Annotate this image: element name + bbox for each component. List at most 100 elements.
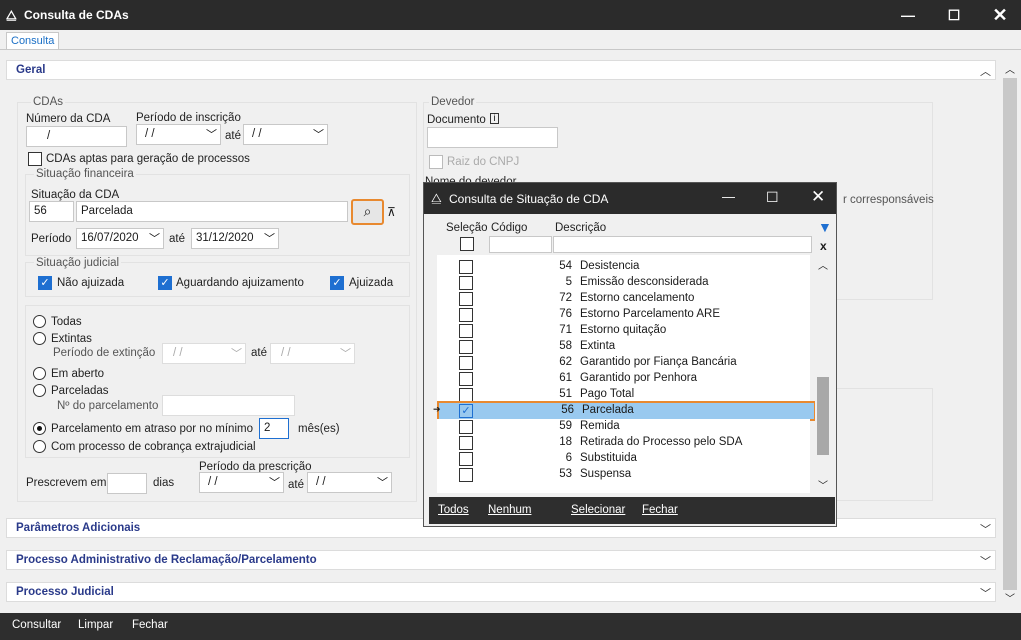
prescrevem-dias-input[interactable] [107,473,147,494]
row-checkbox[interactable] [459,388,473,402]
fechar-dialog-button[interactable]: Fechar [642,504,678,516]
chevron-up-icon[interactable]: ︿ [980,63,991,79]
clear-filter-icon[interactable]: ⊼ [387,205,396,219]
list-item[interactable]: 61 Garantido por Penhora [437,371,810,387]
cobranca-radio[interactable] [33,440,46,453]
row-checkbox[interactable] [459,260,473,274]
section-geral-label: Geral [16,64,46,76]
main-scrollbar[interactable]: ︿ ﹀ [1001,60,1019,606]
selecionar-button[interactable]: Selecionar [571,504,625,516]
nao-ajuizada-checkbox[interactable]: ✓ [38,276,52,290]
row-checkbox[interactable] [459,452,473,466]
periodo-inscricao-label: Período de inscrição [136,112,241,124]
list-item[interactable]: 59 Remida [437,419,810,435]
dialog-minimize-button[interactable]: — [722,189,735,204]
atraso-radio[interactable] [33,422,46,435]
extincao-to[interactable]: / / ﹀ [270,343,355,364]
row-checkbox[interactable] [459,292,473,306]
scroll-up-icon[interactable]: ︿ [818,257,828,272]
search-button[interactable]: ⌕ [351,199,384,225]
chevron-down-icon[interactable]: ﹀ [980,521,991,537]
row-checkbox[interactable]: ✓ [459,404,473,418]
dialog-close-button[interactable]: ✕ [811,187,825,207]
aguardando-checkbox[interactable]: ✓ [158,276,172,290]
ajuizada-checkbox[interactable]: ✓ [330,276,344,290]
em-aberto-radio[interactable] [33,367,46,380]
list-item[interactable]: 6 Substituida [437,451,810,467]
list-item[interactable]: 51 Pago Total [437,387,810,403]
scroll-up-icon[interactable]: ︿ [1005,61,1015,76]
n-parcelamento-input[interactable] [162,395,295,416]
chevron-down-icon: ﹀ [340,348,351,360]
list-item[interactable]: 62 Garantido por Fiança Bancária [437,355,810,371]
scroll-thumb[interactable] [1003,78,1017,590]
select-all-checkbox[interactable] [460,237,474,251]
section-processo-adm[interactable]: Processo Administrativo de Reclamação/Pa… [6,550,996,570]
row-checkbox[interactable] [459,276,473,290]
section-processo-judicial[interactable]: Processo Judicial ﹀ [6,582,996,602]
filter-descricao-input[interactable] [553,236,812,253]
list-item[interactable]: 58 Extinta [437,339,810,355]
prescricao-from[interactable]: / / ﹀ [199,472,284,493]
info-icon[interactable]: i [490,113,499,124]
list-item[interactable]: 5 Emissão desconsiderada [437,275,810,291]
chevron-down-icon[interactable]: ﹀ [980,585,991,601]
list-item[interactable]: ✓ 56 Parcelada [437,401,816,421]
minimize-button[interactable]: — [885,0,931,30]
prescricao-to[interactable]: / / ﹀ [307,472,392,493]
list-item[interactable]: 76 Estorno Parcelamento ARE [437,307,810,323]
fechar-button[interactable]: Fechar [132,619,168,631]
situacao-codigo-input[interactable]: 56 [29,201,74,222]
list-item[interactable]: 72 Estorno cancelamento [437,291,810,307]
list-item[interactable]: 18 Retirada do Processo pelo SDA [437,435,810,451]
extintas-radio[interactable] [33,332,46,345]
extincao-from[interactable]: / / ﹀ [162,343,246,364]
row-checkbox[interactable] [459,372,473,386]
tab-consulta[interactable]: Consulta [6,32,60,50]
filter-icon[interactable]: ▼ [818,219,832,235]
list-item[interactable]: 71 Estorno quitação [437,323,810,339]
raiz-cnpj-label: Raiz do CNPJ [447,156,520,168]
chevron-down-icon[interactable]: ﹀ [980,553,991,569]
todas-radio[interactable] [33,315,46,328]
list-scroll-thumb[interactable] [817,377,829,455]
atraso-meses-input[interactable]: 2 [259,418,289,439]
limpar-button[interactable]: Limpar [78,619,113,631]
meses-label: mês(es) [298,423,340,435]
row-checkbox[interactable] [459,340,473,354]
row-checkbox[interactable] [459,356,473,370]
bottom-toolbar: Consultar Limpar Fechar [0,613,1021,640]
todos-button[interactable]: Todos [438,504,469,516]
aptas-checkbox[interactable] [28,152,42,166]
periodo-from[interactable]: 16/07/2020 ﹀ [76,228,164,249]
nenhum-button[interactable]: Nenhum [488,504,531,516]
raiz-cnpj-checkbox[interactable] [429,155,443,169]
maximize-button[interactable]: ☐ [931,0,977,30]
scroll-down-icon[interactable]: ﹀ [818,477,828,492]
app-logo-icon: ⧋ [6,8,17,22]
row-checkbox[interactable] [459,468,473,482]
section-geral[interactable]: Geral ︿ [6,60,996,80]
list-item[interactable]: 54 Desistencia [437,259,810,275]
periodo-to[interactable]: 31/12/2020 ﹀ [191,228,279,249]
list-scrollbar[interactable]: ︿ ﹀ [815,255,831,493]
numero-cda-input[interactable]: / [26,126,127,147]
dialog-maximize-button[interactable]: ☐ [766,189,779,206]
parceladas-radio[interactable] [33,384,46,397]
row-checkbox[interactable] [459,420,473,434]
row-checkbox[interactable] [459,436,473,450]
periodo-inscricao-to[interactable]: / / ﹀ [243,124,328,145]
row-checkbox[interactable] [459,324,473,338]
list-item[interactable]: 53 Suspensa [437,467,810,483]
tab-divider [0,49,1021,50]
filter-codigo-input[interactable] [489,236,552,253]
consultar-button[interactable]: Consultar [12,619,61,631]
situacao-descricao-input[interactable]: Parcelada [76,201,348,222]
documento-input[interactable] [427,127,558,148]
col-descricao-header: Descrição [555,222,607,234]
clear-filter-icon[interactable]: x [820,239,827,253]
scroll-down-icon[interactable]: ﹀ [1005,590,1015,605]
periodo-inscricao-from[interactable]: / / ﹀ [136,124,221,145]
row-checkbox[interactable] [459,308,473,322]
close-button[interactable]: ✕ [977,0,1021,30]
